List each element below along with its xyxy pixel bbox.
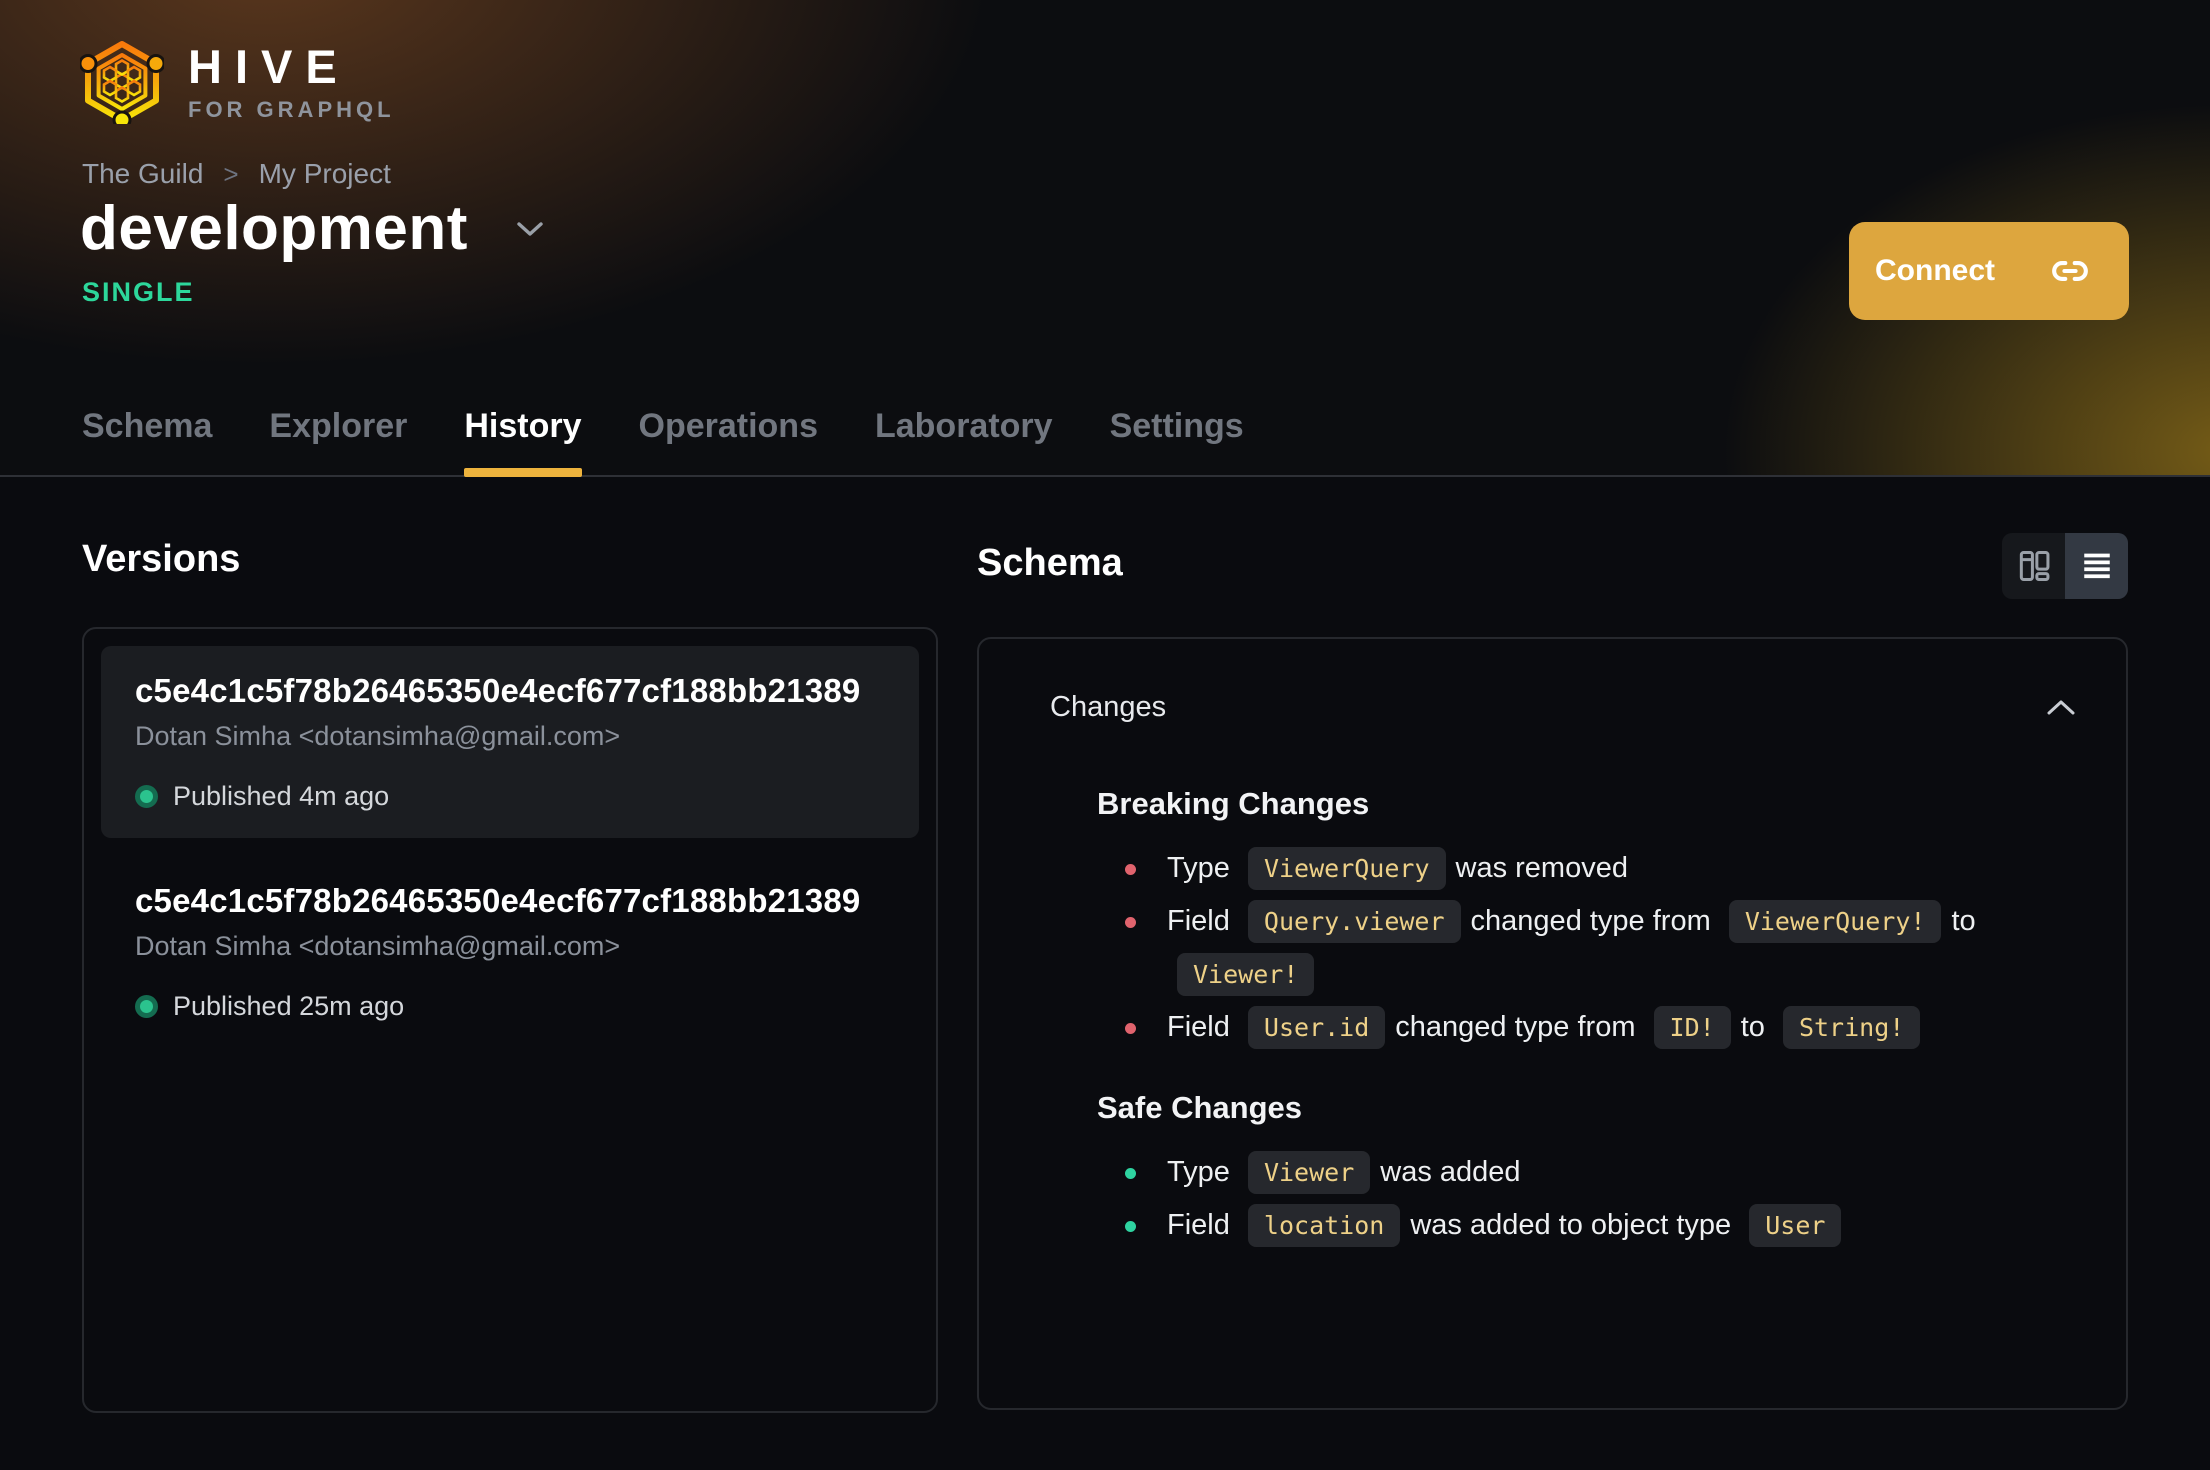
versions-list: c5e4c1c5f78b26465350e4ecf677cf188bb21389… [82, 627, 938, 1413]
breadcrumb-separator: > [223, 158, 239, 189]
page-title: development [80, 194, 468, 263]
tab-operations[interactable]: Operations [639, 409, 818, 477]
code-badge: Query.viewer [1247, 900, 1461, 944]
tab-label: Schema [82, 407, 213, 445]
page-header: HIVE FOR GRAPHQL The Guild > My Project … [0, 0, 2210, 477]
safe-changes-title: Safe Changes [1097, 1090, 1303, 1125]
breaking-changes-title: Breaking Changes [1097, 786, 1370, 821]
schema-header-row: Schema [977, 533, 2128, 599]
schema-section: Schema Changes Breaking Changes Type Vie… [977, 533, 2128, 1410]
breadcrumb-org-link[interactable]: The Guild [82, 158, 203, 190]
breaking-changes-list: Type ViewerQuery was removed Field Query.… [1125, 842, 2030, 1054]
tab-label: Settings [1109, 407, 1244, 445]
tab-settings[interactable]: Settings [1110, 409, 1244, 477]
connect-button[interactable]: Connect [1849, 222, 2129, 320]
tab-explorer[interactable]: Explorer [269, 409, 407, 477]
tab-schema[interactable]: Schema [82, 409, 212, 477]
changes-body: Breaking Changes Type ViewerQuery was remo… [1050, 786, 2076, 1252]
brand-name: HIVE [188, 40, 350, 93]
connect-button-label: Connect [1875, 254, 1995, 287]
columns-view-button[interactable] [2002, 533, 2065, 599]
code-badge: User.id [1247, 1006, 1386, 1050]
link-icon [2047, 252, 2093, 290]
version-author: Dotan Simha <dotansimha@gmail.com> [135, 931, 621, 961]
code-badge: location [1247, 1204, 1401, 1248]
brand-logo[interactable]: HIVE FOR GRAPHQL [80, 40, 395, 124]
tab-label: Operations [638, 407, 818, 445]
version-list-item[interactable]: c5e4c1c5f78b26465350e4ecf677cf188bb21389… [101, 646, 919, 838]
version-hash: c5e4c1c5f78b26465350e4ecf677cf188bb21389 [135, 882, 861, 919]
changes-label: Changes [1050, 691, 1167, 723]
version-author: Dotan Simha <dotansimha@gmail.com> [135, 721, 621, 751]
change-item: Field Query.viewer changed type from View… [1125, 895, 2030, 1001]
brand-tagline: FOR GRAPHQL [188, 97, 395, 122]
tab-laboratory[interactable]: Laboratory [875, 409, 1053, 477]
version-list-item[interactable]: c5e4c1c5f78b26465350e4ecf677cf188bb21389… [101, 856, 919, 1048]
version-status-label: Published 25m ago [173, 991, 405, 1021]
safe-changes-list: Type Viewer was added Field location was a… [1125, 1146, 2030, 1252]
change-item: Type ViewerQuery was removed [1125, 842, 2030, 895]
published-status-dot [135, 785, 158, 808]
code-badge: ID! [1653, 1006, 1731, 1050]
breadcrumb: The Guild > My Project [82, 158, 391, 190]
tab-label: Explorer [269, 407, 408, 445]
project-type-badge: SINGLE [82, 277, 195, 307]
schema-changes-panel: Changes Breaking Changes Type ViewerQuery… [977, 637, 2128, 1410]
code-badge: ViewerQuery [1247, 847, 1446, 891]
change-item: Field User.id changed type from ID! to Str… [1125, 1001, 2030, 1054]
target-title-row: development [80, 198, 544, 260]
changes-collapse-header[interactable]: Changes [1050, 691, 2076, 724]
chevron-up-icon[interactable] [2046, 699, 2076, 716]
code-badge: Viewer [1247, 1151, 1371, 1195]
code-badge: User [1749, 1204, 1842, 1248]
tab-label: Laboratory [874, 407, 1053, 445]
code-badge: String! [1782, 1006, 1921, 1050]
app-screen: HIVE FOR GRAPHQL The Guild > My Project … [0, 0, 2210, 1470]
versions-section: Versions c5e4c1c5f78b26465350e4ecf677cf1… [82, 537, 938, 1413]
version-status-row: Published 4m ago [135, 781, 885, 812]
schema-view-toggle [2002, 533, 2128, 599]
version-status-label: Published 4m ago [173, 781, 390, 811]
brand-text: HIVE FOR GRAPHQL [188, 43, 395, 121]
list-view-icon [2079, 548, 2115, 584]
columns-view-icon [2015, 547, 2053, 585]
tab-bar: Schema Explorer History Operations Laborator… [82, 409, 1244, 477]
tab-label: History [464, 407, 582, 445]
published-status-dot [135, 995, 158, 1018]
version-status-row: Published 25m ago [135, 991, 885, 1022]
code-badge: ViewerQuery! [1728, 900, 1942, 944]
change-item: Field location was added to object type U… [1125, 1199, 2030, 1252]
change-item: Type Viewer was added [1125, 1146, 2030, 1199]
schema-title: Schema [977, 542, 1123, 584]
code-badge: Viewer! [1177, 953, 1315, 997]
list-view-button[interactable] [2065, 533, 2128, 599]
hive-hexagon-logo-icon [80, 40, 164, 124]
breadcrumb-project-link[interactable]: My Project [259, 158, 391, 190]
versions-title: Versions [82, 538, 241, 580]
version-hash: c5e4c1c5f78b26465350e4ecf677cf188bb21389 [135, 672, 861, 709]
target-selector-chevron-down-icon[interactable] [516, 220, 544, 238]
tab-history[interactable]: History [464, 407, 582, 477]
